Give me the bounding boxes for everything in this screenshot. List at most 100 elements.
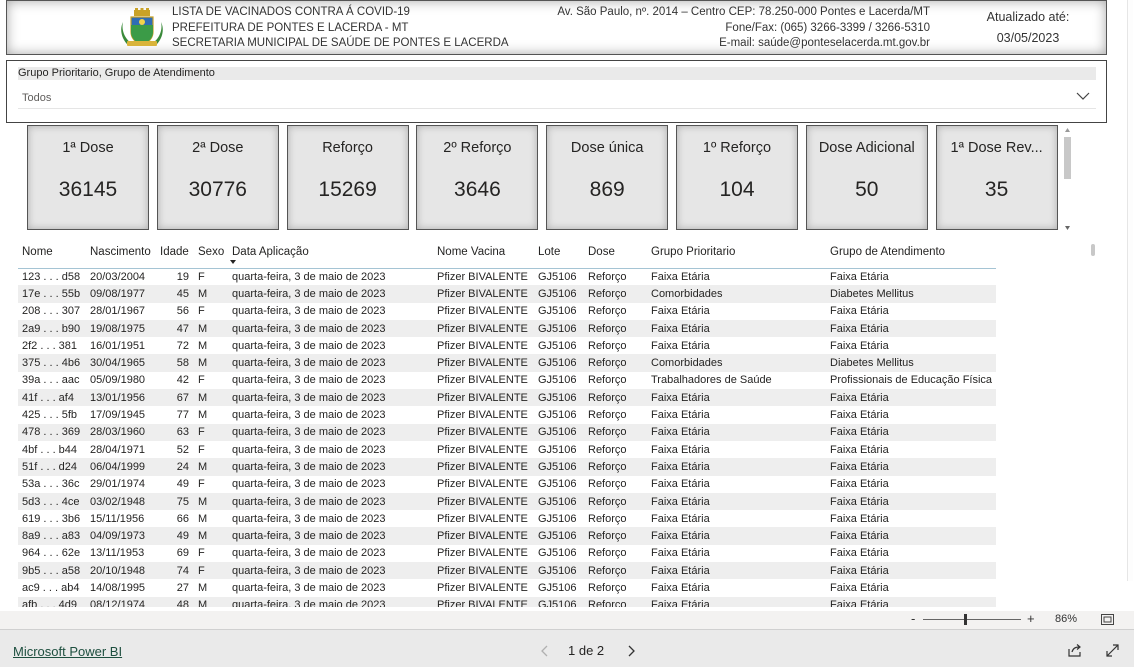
page-scrollbar[interactable]	[1126, 0, 1134, 581]
fullscreen-icon[interactable]	[1105, 643, 1120, 658]
table-row[interactable]: 53a . . . 36c 29/01/1974 49 Fquarta-feira, …	[18, 476, 996, 493]
column-header[interactable]: Sexo	[194, 242, 228, 269]
table-cell: quarta-feira, 3 de maio de 2023	[228, 492, 433, 511]
table-row[interactable]: 375 . . . 4b6 30/04/1965 58 Mquarta-feira, …	[18, 354, 996, 372]
table-row[interactable]: 51f . . . d24 06/04/1999 24 Mquarta-feira, …	[18, 458, 996, 476]
table-cell: 2f2 . . . 381	[22, 339, 78, 352]
table-cell: 42	[176, 374, 189, 387]
table-cell: GJ5106	[534, 562, 584, 580]
table-cell: quarta-feira, 3 de maio de 2023	[232, 547, 386, 560]
table-row[interactable]: 2f2 . . . 381 16/01/1951 72 Mquarta-feira, …	[18, 337, 996, 354]
contact-info: Av. São Paulo, nº. 2014 – Centro CEP: 78…	[557, 5, 930, 52]
cards-scroll-thumb[interactable]	[1064, 137, 1071, 179]
table-cell: 63	[156, 423, 194, 441]
next-page-icon[interactable]	[624, 642, 638, 660]
address-line: Av. São Paulo, nº. 2014 – Centro CEP: 78…	[557, 6, 930, 18]
column-header[interactable]: Grupo de Atendimento	[826, 242, 996, 269]
dose-card: Dose única 869	[546, 125, 669, 230]
table-row[interactable]: 208 . . . 307 28/01/1967 56 Fquarta-feira, …	[18, 303, 996, 320]
table-row[interactable]: 39a . . . aac 05/09/1980 42 Fquarta-feira, …	[18, 372, 996, 389]
table-row[interactable]: 2a9 . . . b90 19/08/1975 47 Mquarta-feira, …	[18, 319, 996, 338]
table-cell: 9b5 . . . a58	[18, 562, 86, 580]
table-row[interactable]: 8a9 . . . a83 04/09/1973 49 Mquarta-feira, …	[18, 527, 996, 545]
table-cell: F	[198, 478, 205, 491]
card-label: Reforço	[322, 140, 373, 156]
column-header[interactable]: Nome	[18, 242, 86, 269]
table-cell: 06/04/1999	[86, 458, 156, 476]
table-cell: Reforço	[588, 512, 627, 525]
column-header[interactable]: Data Aplicação	[228, 242, 433, 269]
table-cell: 20/10/1948	[86, 562, 156, 580]
table-cell: Faixa Etária	[830, 512, 889, 525]
table-cell: quarta-feira, 3 de maio de 2023	[228, 527, 433, 545]
table-cell: 619 . . . 3b6	[22, 512, 81, 525]
slicer-dropdown[interactable]: Todos	[18, 87, 1096, 109]
table-row[interactable]: 4bf . . . b44 28/04/1971 52 Fquarta-feira, …	[18, 441, 996, 458]
table-row[interactable]: 123 . . . d58 20/03/2004 19 Fquarta-feira, …	[18, 268, 996, 285]
page-scroll-thumb[interactable]	[1127, 0, 1133, 581]
scroll-down-icon[interactable]	[1064, 225, 1071, 231]
table-cell: GJ5106	[538, 581, 577, 594]
share-icon[interactable]	[1067, 643, 1082, 658]
table-cell: F	[198, 443, 205, 456]
updated-date: 03/05/2023	[996, 31, 1060, 45]
table-cell: Faixa Etária	[651, 512, 710, 525]
table-row[interactable]: 17e . . . 55b 09/08/1977 45 Mquarta-feira, …	[18, 285, 996, 303]
zoom-out-button[interactable]: -	[911, 611, 915, 626]
sort-descending-icon[interactable]	[230, 260, 236, 264]
table-cell: quarta-feira, 3 de maio de 2023	[232, 409, 386, 422]
table-row[interactable]: afb . . . 4d9 08/12/1974 48 Mquarta-feira, …	[18, 596, 996, 607]
table-row[interactable]: 478 . . . 369 28/03/1960 63 Fquarta-feira, …	[18, 423, 996, 441]
table-cell: M	[194, 319, 228, 338]
table-cell: Reforço	[584, 527, 647, 545]
column-header[interactable]: Idade	[156, 242, 194, 269]
power-bi-link[interactable]: Microsoft Power BI	[13, 644, 122, 659]
table-cell: GJ5106	[534, 458, 584, 476]
column-header[interactable]: Dose	[584, 242, 647, 269]
table-row[interactable]: 5d3 . . . 4ce 03/02/1948 75 Mquarta-feira, …	[18, 492, 996, 511]
dose-card: 1ª Dose Rev... 35	[935, 125, 1058, 230]
table-row[interactable]: ac9 . . . ab4 14/08/1995 27 Mquarta-feira, …	[18, 579, 996, 596]
table-cell: quarta-feira, 3 de maio de 2023	[228, 389, 433, 407]
table-cell: 47	[156, 319, 194, 338]
column-header[interactable]: Nascimento	[86, 242, 156, 269]
table-cell: F	[198, 547, 205, 560]
table-cell: Faixa Etária	[647, 389, 826, 407]
card-label: 2º Reforço	[443, 140, 512, 156]
scroll-up-icon[interactable]	[1064, 127, 1071, 133]
cards-scrollbar[interactable]	[1062, 127, 1072, 231]
zoom-slider-track[interactable]	[923, 619, 1021, 620]
card-value: 104	[719, 178, 755, 201]
previous-page-icon[interactable]	[538, 642, 552, 660]
table-cell: Faixa Etária	[830, 270, 889, 283]
card-label: 1ª Dose Rev...	[950, 140, 1043, 156]
table-row[interactable]: 619 . . . 3b6 15/11/1956 66 Mquarta-feira, …	[18, 510, 996, 527]
org-line: PREFEITURA DE PONTES E LACERDA - MT	[172, 21, 409, 34]
municipal-coat-of-arms-icon	[121, 8, 163, 46]
table-cell: 48	[156, 596, 194, 607]
table-cell: Reforço	[584, 492, 647, 511]
table-cell: Faixa Etária	[830, 305, 889, 318]
table-cell: 375 . . . 4b6	[18, 354, 86, 372]
fit-to-page-icon[interactable]	[1101, 614, 1114, 625]
table-cell: Faixa Etária	[826, 527, 996, 545]
table-row[interactable]: 964 . . . 62e 13/11/1953 69 Fquarta-feira, …	[18, 545, 996, 562]
zoom-in-button[interactable]: +	[1027, 611, 1035, 626]
zoom-slider-handle[interactable]	[964, 614, 967, 625]
table-cell: 03/02/1948	[86, 492, 156, 511]
table-cell: M	[194, 285, 228, 303]
dose-cards: 1ª Dose 36145 2ª Dose 30776 Reforço 15269 2º R…	[27, 125, 1067, 233]
table-row[interactable]: 425 . . . 5fb 17/09/1945 77 Mquarta-feira, …	[18, 406, 996, 423]
table-row[interactable]: 41f . . . af4 13/01/1956 67 Mquarta-feira, …	[18, 389, 996, 407]
column-header[interactable]: Lote	[534, 242, 584, 269]
table-row[interactable]: 9b5 . . . a58 20/10/1948 74 Fquarta-feira, …	[18, 562, 996, 580]
column-header[interactable]: Grupo Prioritario	[647, 242, 826, 269]
table-cell: 49	[176, 478, 189, 491]
column-header[interactable]: Nome Vacina	[433, 242, 534, 269]
table-cell: GJ5106	[534, 285, 584, 303]
card-value: 36145	[58, 178, 118, 201]
table-scroll-thumb[interactable]	[1091, 244, 1095, 256]
table-cell: F	[194, 423, 228, 441]
table-cell: quarta-feira, 3 de maio de 2023	[232, 478, 386, 491]
card-label: 1º Reforço	[702, 140, 772, 156]
